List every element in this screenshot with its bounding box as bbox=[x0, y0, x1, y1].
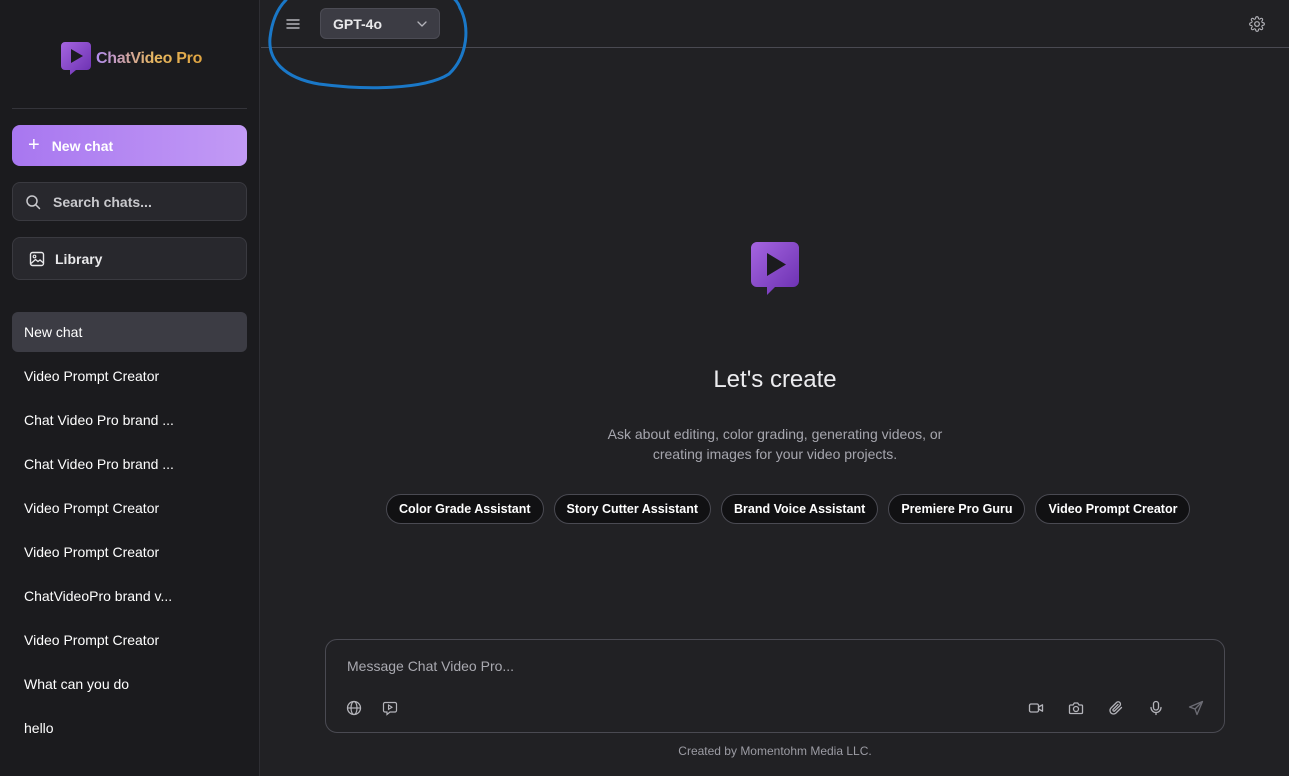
chip-brand-voice-assistant[interactable]: Brand Voice Assistant bbox=[721, 494, 879, 524]
chat-item-label: Video Prompt Creator bbox=[24, 500, 160, 516]
gear-icon bbox=[1249, 16, 1265, 32]
chat-item-label: hello bbox=[24, 720, 54, 736]
hero-logo-icon bbox=[751, 242, 799, 295]
chat-item[interactable]: Video Prompt Creator bbox=[12, 488, 247, 528]
camera-icon bbox=[1068, 702, 1084, 715]
chevron-down-icon bbox=[417, 20, 427, 27]
video-camera-icon bbox=[1028, 703, 1044, 713]
chip-video-prompt-creator[interactable]: Video Prompt Creator bbox=[1035, 494, 1191, 524]
send-button[interactable] bbox=[1187, 699, 1205, 717]
chat-item-label: Video Prompt Creator bbox=[24, 544, 160, 560]
new-chat-button[interactable]: + New chat bbox=[12, 125, 247, 166]
menu-icon bbox=[286, 19, 300, 29]
chat-item[interactable]: hello bbox=[12, 708, 247, 748]
chat-item-label: Video Prompt Creator bbox=[24, 368, 160, 384]
hero-title: Let's create bbox=[713, 366, 837, 393]
library-button[interactable]: Library bbox=[12, 237, 247, 280]
chat-item[interactable]: Video Prompt Creator bbox=[12, 356, 247, 396]
chat-item-label: New chat bbox=[24, 324, 83, 340]
brand-logo-icon bbox=[61, 42, 91, 75]
web-search-button[interactable] bbox=[345, 699, 363, 717]
chat-item[interactable]: ChatVideoPro brand v... bbox=[12, 576, 247, 616]
search-chats[interactable] bbox=[12, 182, 247, 221]
chat-item-label: Video Prompt Creator bbox=[24, 632, 160, 648]
chat-item[interactable]: New chat bbox=[12, 312, 247, 352]
chat-item-label: Chat Video Pro brand ... bbox=[24, 456, 174, 472]
app-window: ChatVideo Pro + New chat Library New cha… bbox=[0, 0, 1289, 776]
globe-icon bbox=[346, 700, 362, 716]
assistant-chips: Color Grade Assistant Story Cutter Assis… bbox=[386, 494, 1191, 524]
search-input[interactable] bbox=[51, 192, 231, 211]
plus-icon: + bbox=[28, 133, 40, 156]
send-icon bbox=[1188, 700, 1204, 716]
new-chat-label: New chat bbox=[51, 137, 114, 154]
image-icon bbox=[29, 251, 45, 266]
microphone-icon bbox=[1150, 700, 1162, 716]
chat-item[interactable]: Chat Video Pro brand ... bbox=[12, 444, 247, 484]
paperclip-icon bbox=[1109, 701, 1123, 715]
chat-item-label: What can you do bbox=[24, 676, 130, 692]
chip-color-grade-assistant[interactable]: Color Grade Assistant bbox=[386, 494, 544, 524]
attach-button[interactable] bbox=[1107, 699, 1125, 717]
chat-item[interactable]: Chat Video Pro brand ... bbox=[12, 400, 247, 440]
footer-credit: Created by Momentohm Media LLC. bbox=[678, 744, 872, 758]
top-bar: GPT-4o bbox=[261, 0, 1289, 48]
chat-history-list: New chat Video Prompt Creator Chat Video… bbox=[12, 312, 247, 752]
voice-input-button[interactable] bbox=[1147, 699, 1165, 717]
chat-item[interactable]: Video Prompt Creator bbox=[12, 620, 247, 660]
chat-item[interactable]: Video Prompt Creator bbox=[12, 532, 247, 572]
sidebar-divider bbox=[12, 108, 247, 109]
chat-item-label: ChatVideoPro brand v... bbox=[24, 588, 173, 604]
menu-button[interactable] bbox=[283, 14, 303, 34]
chat-item[interactable]: What can you do bbox=[12, 664, 247, 704]
camera-button[interactable] bbox=[1067, 699, 1085, 717]
message-input[interactable] bbox=[345, 656, 1205, 680]
message-composer bbox=[325, 639, 1225, 733]
search-icon bbox=[26, 194, 41, 209]
video-upload-button[interactable] bbox=[1027, 699, 1045, 717]
chip-premiere-pro-guru[interactable]: Premiere Pro Guru bbox=[888, 494, 1026, 524]
chip-story-cutter-assistant[interactable]: Story Cutter Assistant bbox=[553, 494, 712, 524]
model-name: GPT-4o bbox=[333, 15, 383, 32]
chat-item-label: Chat Video Pro brand ... bbox=[24, 412, 174, 428]
sidebar: ChatVideo Pro + New chat Library New cha… bbox=[0, 0, 260, 776]
brand-name: ChatVideo Pro bbox=[96, 49, 203, 67]
settings-button[interactable] bbox=[1247, 14, 1267, 34]
video-chat-icon bbox=[382, 701, 398, 716]
brand[interactable]: ChatVideo Pro bbox=[60, 41, 202, 76]
video-chat-button[interactable] bbox=[381, 699, 399, 717]
model-selector[interactable]: GPT-4o bbox=[320, 8, 440, 39]
library-label: Library bbox=[55, 250, 103, 267]
hero-subtitle: Ask about editing, color grading, genera… bbox=[607, 426, 943, 462]
